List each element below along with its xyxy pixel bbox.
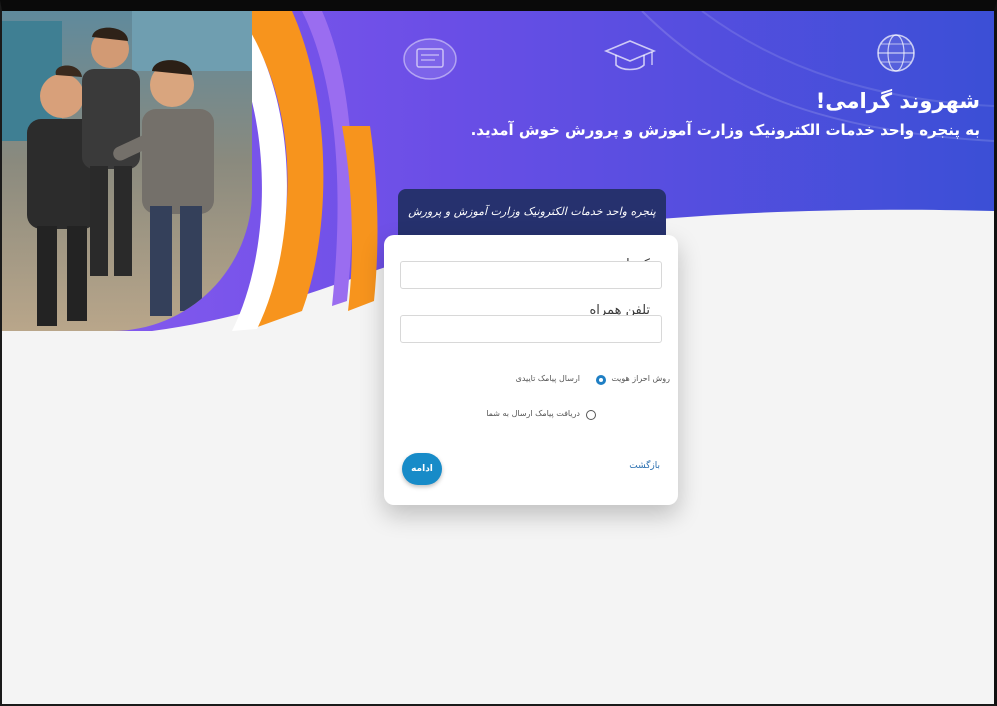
portal-header-badge: پنجره واحد خدمات الکترونیک وزارت آموزش و…: [398, 189, 666, 239]
welcome-subtitle: به پنجره واحد خدمات الکترونیک وزارت آموز…: [470, 121, 980, 139]
graduation-cap-icon: [603, 40, 657, 71]
phone-input[interactable]: [400, 315, 662, 343]
certificate-icon: [403, 38, 457, 80]
continue-button[interactable]: ادامه: [402, 453, 442, 485]
globe-icon: [877, 34, 915, 72]
login-card: کدملی تلفن همراه روش احراز هویت ارسال پی…: [384, 235, 678, 505]
option-sms-label[interactable]: ارسال پیامک تاییدی: [516, 374, 580, 383]
portal-header-text: پنجره واحد خدمات الکترونیک وزارت آموزش و…: [408, 205, 656, 218]
radio-receive-option[interactable]: [586, 410, 596, 420]
national-code-input[interactable]: [400, 261, 662, 289]
radio-sms-option[interactable]: [596, 375, 606, 385]
students-photo: [2, 11, 252, 331]
option-receive-label[interactable]: دریافت پیامک ارسال به شما: [486, 409, 580, 418]
auth-method-label: روش احراز هویت: [611, 374, 670, 383]
welcome-message: شهروند گرامی! به پنجره واحد خدمات الکترو…: [471, 89, 980, 139]
greeting-title: شهروند گرامی!: [815, 89, 980, 113]
browser-viewport: شهروند گرامی! به پنجره واحد خدمات الکترو…: [0, 0, 997, 706]
back-link[interactable]: بازگشت: [629, 461, 660, 471]
